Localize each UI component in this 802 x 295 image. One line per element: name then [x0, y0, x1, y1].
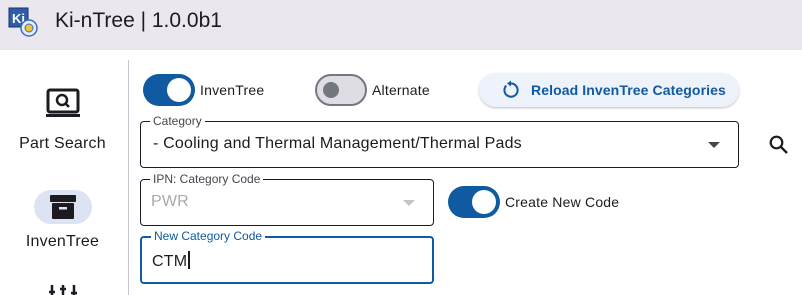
dropdown-arrow-icon: [403, 200, 415, 206]
settings-sliders-icon[interactable]: [45, 285, 81, 295]
category-dropdown[interactable]: Category - Cooling and Thermal Managemen…: [140, 114, 739, 168]
ipn-category-code-value: PWR: [151, 193, 189, 210]
new-category-code-value: CTM: [152, 253, 188, 270]
toggle-thumb: [167, 78, 191, 102]
ipn-category-code-label: IPN: Category Code: [150, 172, 264, 186]
rail-label-part-search: Part Search: [19, 135, 106, 152]
inventree-toggle-label: InvenTree: [200, 82, 265, 98]
archive-box-icon: [50, 195, 76, 219]
rail-item-part-search[interactable]: Part Search: [0, 86, 128, 156]
category-label: Category: [150, 114, 205, 128]
toggle-thumb: [472, 190, 496, 214]
title-bar: Ki Ki-nTree | 1.0.0b1: [0, 0, 802, 50]
reload-categories-label: Reload InvenTree Categories: [531, 82, 726, 98]
create-new-code-label: Create New Code: [505, 194, 620, 210]
refresh-icon: [503, 80, 519, 98]
rail-divider: [128, 60, 129, 295]
search-icon[interactable]: [768, 134, 790, 156]
window-title: Ki-nTree | 1.0.0b1: [55, 9, 222, 32]
rail-active-indicator: [34, 190, 92, 224]
alternate-toggle[interactable]: [315, 74, 367, 106]
category-value: - Cooling and Thermal Management/Thermal…: [153, 135, 522, 152]
rail-item-inventree[interactable]: InvenTree: [0, 190, 128, 260]
ipn-category-code-dropdown[interactable]: IPN: Category Code PWR: [140, 172, 434, 226]
rail-icon-container: [34, 86, 92, 120]
new-category-code-input[interactable]: New Category Code CTM: [140, 229, 434, 284]
dropdown-arrow-icon: [708, 142, 720, 148]
create-new-code-toggle[interactable]: [448, 186, 500, 218]
new-category-code-label: New Category Code: [151, 229, 266, 243]
search-window-icon: [46, 88, 80, 117]
text-cursor: [188, 251, 190, 269]
reload-categories-button[interactable]: Reload InvenTree Categories: [479, 73, 739, 107]
toggle-thumb: [323, 82, 339, 98]
rail-label-inventree: InvenTree: [25, 233, 100, 250]
alternate-toggle-label: Alternate: [372, 82, 430, 98]
new-category-code-value-wrap: CTM: [152, 251, 190, 271]
inventree-toggle[interactable]: [143, 74, 195, 106]
navigation-rail: Part Search InvenTree: [0, 50, 128, 295]
app-logo-icon: Ki: [8, 7, 38, 37]
